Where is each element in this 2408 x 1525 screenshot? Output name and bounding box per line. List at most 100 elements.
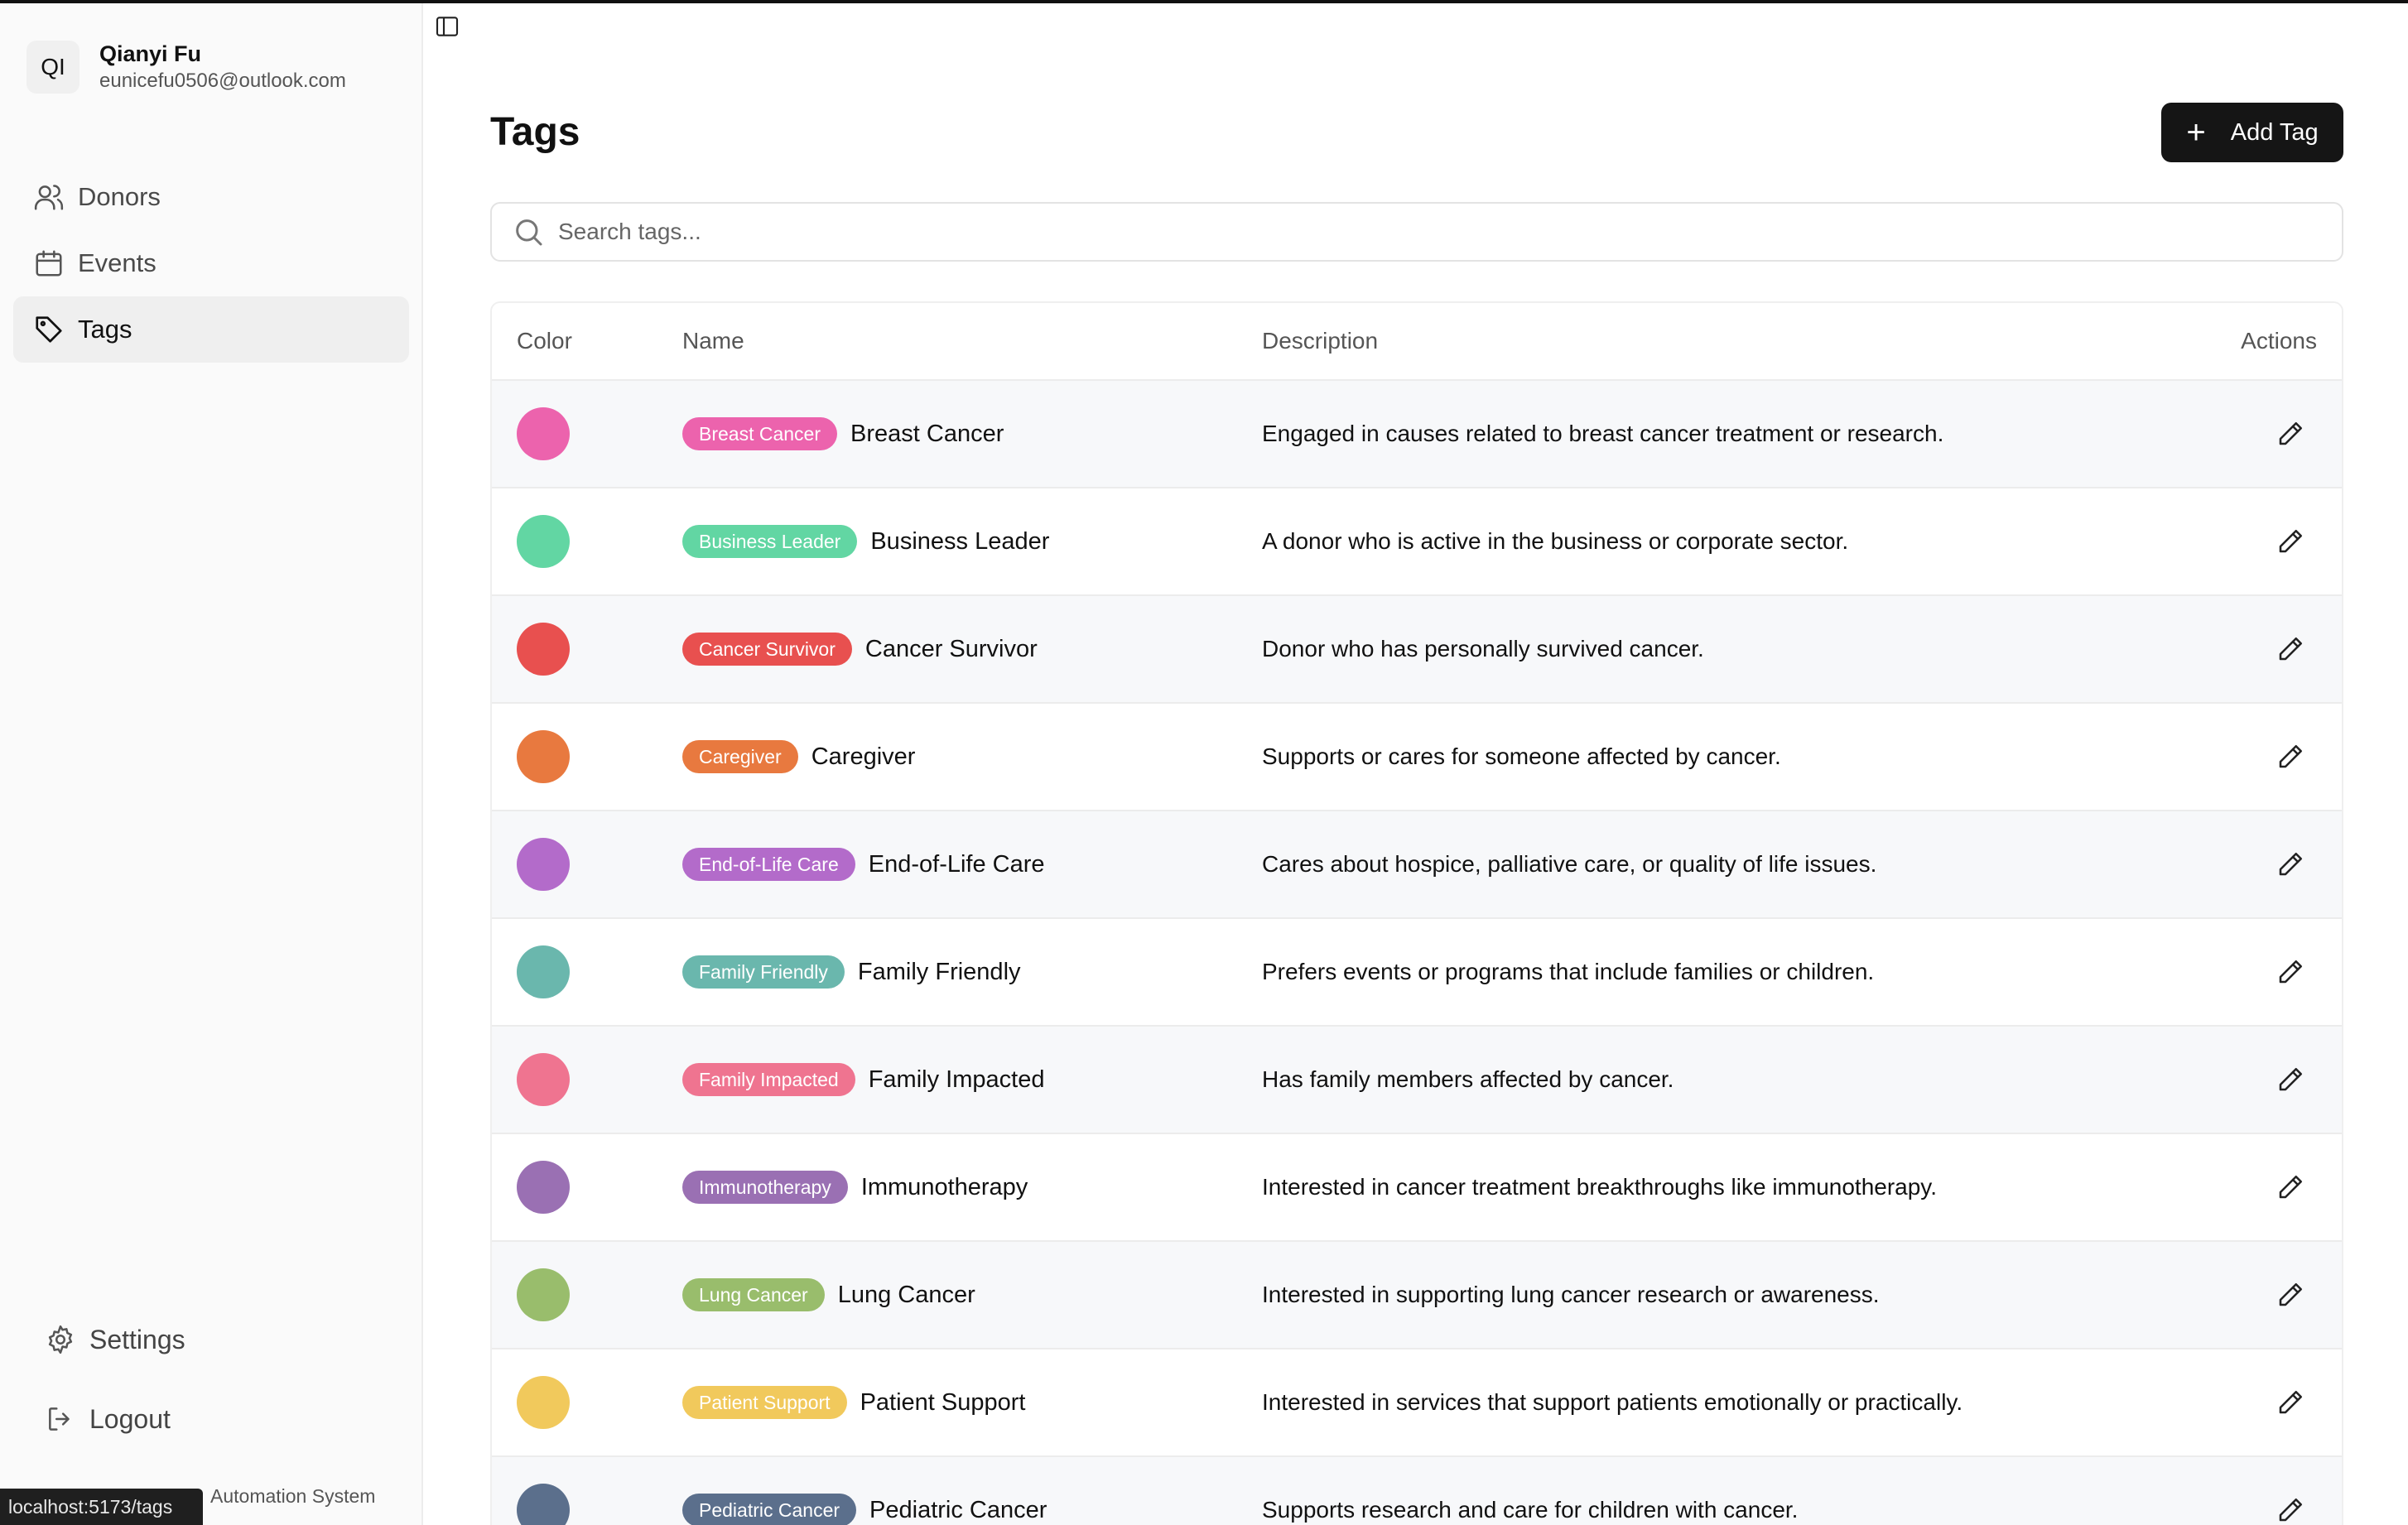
tags-table: Color Name Description Actions Breast Ca…	[490, 301, 2343, 1525]
tag-badge: Caregiver	[682, 740, 798, 773]
tag-badge: Family Impacted	[682, 1063, 855, 1096]
tag-description: Has family members affected by cancer.	[1262, 1066, 1674, 1092]
name-cell: Business Leader Business Leader	[682, 488, 1049, 594]
name-cell: Pediatric Cancer Pediatric Cancer	[682, 1457, 1047, 1525]
pencil-icon[interactable]	[2276, 527, 2305, 556]
tag-description: Supports research and care for children …	[1262, 1497, 1799, 1523]
gear-icon	[48, 1325, 73, 1354]
tag-name: Breast Cancer	[850, 420, 1004, 447]
tag-description: A donor who is active in the business or…	[1262, 528, 1849, 554]
footer-app-name: Automation System	[210, 1485, 376, 1507]
settings-label: Settings	[89, 1324, 185, 1354]
user-name: Qianyi Fu	[99, 41, 202, 66]
logout-label: Logout	[89, 1403, 171, 1434]
tag-description: Cares about hospice, palliative care, or…	[1262, 851, 1877, 877]
pencil-icon[interactable]	[2276, 1388, 2305, 1417]
pencil-icon[interactable]	[2276, 742, 2305, 772]
tag-description: Interested in cancer treatment breakthro…	[1262, 1174, 1938, 1200]
status-url-tooltip: localhost:5173/tags	[0, 1489, 203, 1525]
table-row: Immunotherapy Immunotherapy Interested in …	[492, 1134, 2342, 1242]
color-swatch	[517, 1053, 570, 1106]
name-cell: Breast Cancer Breast Cancer	[682, 381, 1004, 487]
table-row: Family Impacted Family Impacted Has family…	[492, 1027, 2342, 1134]
tag-name: Pediatric Cancer	[869, 1496, 1047, 1523]
sidebar: QI Qianyi Fu eunicefu0506@outlook.com Do…	[0, 0, 423, 1525]
pencil-icon[interactable]	[2276, 1495, 2305, 1525]
pencil-icon[interactable]	[2276, 1280, 2305, 1310]
tag-name: Cancer Survivor	[864, 635, 1038, 662]
color-swatch	[517, 623, 570, 676]
tag-description: Interested in supporting lung cancer res…	[1262, 1282, 1880, 1307]
tag-description: Interested in services that support pati…	[1262, 1389, 1963, 1415]
sidebar-item-events[interactable]: Events	[13, 230, 409, 296]
pencil-icon[interactable]	[2276, 957, 2305, 987]
table-row: Family Friendly Family Friendly Prefers ev…	[492, 919, 2342, 1027]
pencil-icon[interactable]	[2276, 419, 2305, 449]
header-actions: Actions	[2241, 328, 2317, 354]
name-cell: Patient Support Patient Support	[682, 1349, 1025, 1455]
table-row: Lung Cancer Lung Cancer Interested in supp…	[492, 1242, 2342, 1349]
sidebar-item-label: Donors	[78, 182, 161, 211]
tag-name: Patient Support	[860, 1388, 1026, 1416]
name-cell: Caregiver Caregiver	[682, 704, 915, 810]
tag-badge: Patient Support	[682, 1386, 847, 1419]
pencil-icon[interactable]	[2276, 849, 2305, 879]
color-swatch	[517, 1161, 570, 1214]
users-icon	[34, 185, 64, 210]
calendar-icon	[36, 250, 62, 277]
pencil-icon[interactable]	[2276, 1065, 2305, 1094]
tag-name: Caregiver	[811, 743, 916, 770]
table-body: Breast Cancer Breast Cancer Engaged in cau…	[492, 381, 2342, 1525]
table-header: Color Name Description Actions	[492, 303, 2342, 381]
top-border	[0, 0, 2408, 3]
settings-button[interactable]: Settings	[26, 1300, 391, 1379]
sidebar-item-tags[interactable]: Tags	[13, 296, 409, 363]
name-cell: Lung Cancer Lung Cancer	[682, 1242, 975, 1348]
add-tag-button[interactable]: + Add Tag	[2161, 103, 2343, 162]
color-swatch	[517, 407, 570, 460]
tag-name: Family Friendly	[857, 958, 1021, 985]
color-swatch	[517, 945, 570, 998]
pencil-icon[interactable]	[2276, 634, 2305, 664]
header-name: Name	[682, 328, 744, 354]
table-row: Cancer Survivor Cancer Survivor Donor who …	[492, 596, 2342, 704]
sidebar-item-label: Events	[78, 248, 157, 277]
tag-badge: Breast Cancer	[682, 417, 838, 450]
color-swatch	[517, 515, 570, 568]
table-row: Pediatric Cancer Pediatric Cancer Supports…	[492, 1457, 2342, 1525]
search-input[interactable]	[558, 219, 2297, 245]
tag-description: Prefers events or programs that include …	[1262, 959, 1875, 984]
sidebar-toggle-icon[interactable]	[434, 13, 460, 40]
name-cell: End-of-Life Care End-of-Life Care	[682, 811, 1045, 917]
sidebar-item-donors[interactable]: Donors	[13, 164, 409, 230]
name-cell: Cancer Survivor Cancer Survivor	[682, 596, 1038, 702]
table-row: Caregiver Caregiver Supports or cares for …	[492, 704, 2342, 811]
color-swatch	[517, 1484, 570, 1525]
sidebar-item-label: Tags	[78, 315, 132, 344]
table-row: Patient Support Patient Support Interested…	[492, 1349, 2342, 1457]
header-description: Description	[1262, 328, 1379, 354]
page-title: Tags	[490, 110, 580, 154]
tag-badge: Lung Cancer	[682, 1278, 825, 1311]
search-icon	[516, 219, 542, 246]
pencil-icon[interactable]	[2276, 1172, 2305, 1202]
tag-badge: End-of-Life Care	[682, 848, 855, 881]
tag-description: Engaged in causes related to breast canc…	[1262, 421, 1944, 446]
tag-description: Donor who has personally survived cancer…	[1262, 636, 1704, 661]
tag-badge: Immunotherapy	[682, 1171, 848, 1204]
user-email: eunicefu0506@outlook.com	[99, 70, 346, 92]
tag-icon	[36, 316, 62, 343]
tag-badge: Family Friendly	[682, 955, 845, 989]
logout-icon	[49, 1407, 70, 1431]
color-swatch	[517, 1376, 570, 1429]
name-cell: Family Impacted Family Impacted	[682, 1027, 1044, 1133]
tag-badge: Pediatric Cancer	[682, 1494, 857, 1525]
table-row: End-of-Life Care End-of-Life Care Cares ab…	[492, 811, 2342, 919]
tag-badge: Cancer Survivor	[682, 633, 852, 666]
name-cell: Family Friendly Family Friendly	[682, 919, 1021, 1025]
logout-button[interactable]: Logout	[26, 1379, 391, 1459]
tag-name: Immunotherapy	[860, 1173, 1028, 1200]
user-profile[interactable]: QI Qianyi Fu eunicefu0506@outlook.com	[26, 40, 346, 94]
table-row: Breast Cancer Breast Cancer Engaged in cau…	[492, 381, 2342, 488]
avatar: QI	[26, 41, 79, 94]
